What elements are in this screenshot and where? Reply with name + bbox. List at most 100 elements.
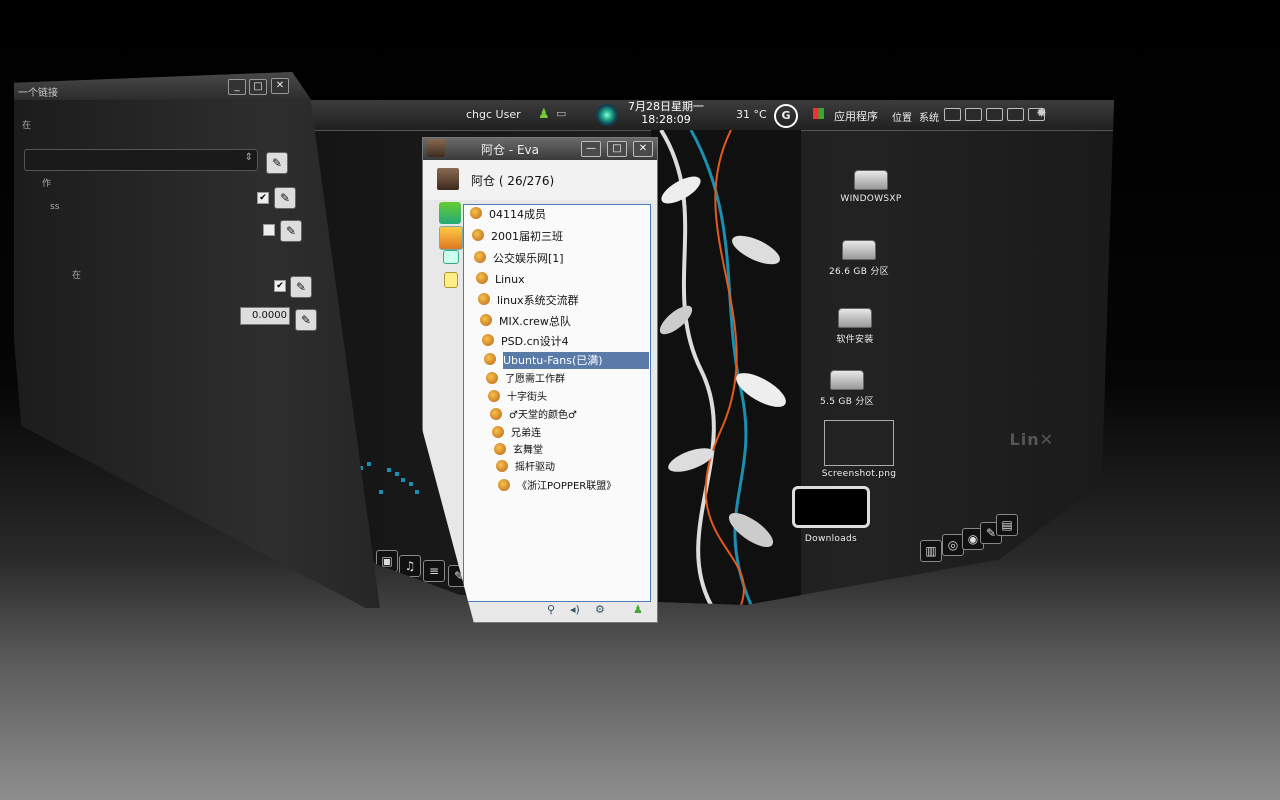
group-icon [484, 353, 496, 365]
list-item-selected[interactable]: Ubuntu-Fans(已满) [484, 352, 649, 369]
dock-disc-icon[interactable]: ◎ [942, 534, 964, 556]
list-item[interactable]: MIX.crew总队 [480, 313, 571, 330]
panel-user-name[interactable]: chgc User [466, 108, 521, 121]
menu-places[interactable]: 位置 [892, 109, 912, 124]
workspace-2[interactable] [965, 108, 982, 121]
menu-system[interactable]: 系统 [919, 109, 939, 124]
reset-brush-button[interactable]: ✎ [266, 152, 288, 174]
dock-document-icon[interactable]: ≡ [423, 560, 445, 582]
group-icon [496, 460, 508, 472]
tab-contacts-icon[interactable] [439, 202, 461, 224]
sound-icon[interactable]: ◂) [570, 604, 582, 616]
list-item[interactable]: 摇杆驱动 [496, 459, 555, 476]
list-item[interactable]: 兄弟连 [492, 425, 541, 442]
eva-close-button[interactable]: ✕ [633, 141, 653, 157]
desktop-icon-windowsxp[interactable]: WINDOWSXP [826, 170, 916, 204]
group-icon [488, 390, 500, 402]
desktop-icon-software[interactable]: 软件安装 [810, 308, 900, 345]
eva-chat-window: 阿仓 - Eva — □ ✕ 阿仓 ( 26/276) 04114成员 2001… [422, 137, 658, 623]
reset-brush-button[interactable]: ✎ [280, 220, 302, 242]
reset-brush-button[interactable]: ✎ [290, 276, 312, 298]
eva-footer-toolbar: ⚲ ◂) ⚙ ♟ [423, 600, 657, 622]
desktop-icon-label: Screenshot.png [821, 469, 897, 479]
workspace-1[interactable] [944, 108, 961, 121]
drive-icon [838, 308, 872, 328]
add-user-icon[interactable]: ♟ [633, 604, 645, 616]
list-item[interactable]: 了愿需工作群 [486, 371, 565, 388]
dock-image-icon[interactable]: ▣ [376, 550, 398, 572]
list-item[interactable]: linux系统交流群 [478, 292, 579, 309]
settings-checkbox-1[interactable]: ✔ [257, 192, 269, 204]
search-icon[interactable]: ⚲ [547, 604, 559, 616]
reset-brush-button[interactable]: ✎ [295, 309, 317, 331]
eva-user-name: 阿仓 ( 26/276) [471, 174, 555, 188]
list-item[interactable]: Linux [476, 271, 525, 288]
desktop-icon-label: 5.5 GB 分区 [820, 397, 874, 407]
group-icon [486, 372, 498, 384]
settings-label: ss [50, 202, 60, 212]
settings-spin-value[interactable]: 0.0000 [240, 307, 290, 325]
panel-clock[interactable]: 7月28日星期一 18:28:09 [616, 100, 716, 126]
eva-maximize-button[interactable]: □ [607, 141, 627, 157]
list-item[interactable]: 《浙江POPPER联盟》 [498, 478, 616, 495]
group-icon [478, 293, 490, 305]
settings-minimize-button[interactable]: _ [228, 79, 246, 95]
list-item[interactable]: 公交娱乐网[1] [474, 250, 564, 267]
desktop-icon-label: 软件安装 [836, 335, 874, 345]
dock-terminal-icon[interactable]: ▤ [996, 514, 1018, 536]
weather-logo-icon[interactable]: G [774, 104, 798, 128]
eva-user-header[interactable]: 阿仓 ( 26/276) [423, 160, 657, 200]
group-icon [476, 272, 488, 284]
gear-icon[interactable]: ⚙ [595, 604, 607, 616]
tab-groups-icon[interactable] [439, 226, 463, 250]
desktop-icon-downloads[interactable]: Downloads [786, 486, 876, 544]
group-icon [492, 426, 504, 438]
list-item[interactable]: 十字街头 [488, 389, 547, 406]
settings-checkbox-3[interactable]: ✔ [274, 280, 286, 292]
workspace-3[interactable] [986, 108, 1003, 121]
workspace-4[interactable] [1007, 108, 1024, 121]
group-icon [474, 251, 486, 263]
settings-label: 作 [42, 179, 52, 189]
panel-date: 7月28日星期一 [628, 100, 704, 113]
tray-network-icon[interactable]: ▭ [556, 107, 566, 120]
group-icon [480, 314, 492, 326]
eva-titlebar: 阿仓 - Eva — □ ✕ [423, 138, 657, 160]
settings-checkbox-2[interactable] [263, 224, 275, 236]
wallpaper-art [651, 128, 801, 605]
reset-brush-button[interactable]: ✎ [274, 187, 296, 209]
user-avatar[interactable] [437, 168, 459, 190]
tray-disc-icon[interactable] [596, 104, 618, 126]
desktop-face: chgc User ♟ ▭ 7月28日星期一 18:28:09 31 °C G … [296, 100, 1114, 605]
group-icon [470, 207, 482, 219]
settings-label: 在 [72, 271, 82, 281]
settings-close-button[interactable]: ✕ [271, 78, 289, 94]
combo-arrow-icon: ⇕ [244, 152, 253, 163]
top-panel: chgc User ♟ ▭ 7月28日星期一 18:28:09 31 °C G … [296, 100, 1114, 131]
settings-gear-icon[interactable]: ✹ [1036, 106, 1047, 121]
list-item[interactable]: 玄舞堂 [494, 442, 543, 459]
apps-menu-icon[interactable] [813, 108, 824, 119]
drive-icon [830, 370, 864, 390]
settings-combo-select[interactable]: ⇕ [24, 149, 258, 171]
tab-chat-icon[interactable] [443, 250, 459, 264]
desktop-icon-label: 26.6 GB 分区 [829, 267, 889, 277]
group-icon [482, 334, 494, 346]
dock-music-icon[interactable]: ♫ [399, 555, 421, 577]
list-item[interactable]: 04114成员 [470, 206, 546, 223]
list-item[interactable]: PSD.cn设计4 [482, 333, 569, 350]
eva-minimize-button[interactable]: — [581, 141, 601, 157]
desktop-icon-screenshot[interactable]: Screenshot.png [814, 420, 904, 479]
desktop-icon-drive-5gb[interactable]: 5.5 GB 分区 [802, 370, 892, 407]
panel-temperature[interactable]: 31 °C [736, 108, 767, 121]
settings-titlebar: 一个链接 _ □ ✕ [14, 72, 380, 100]
list-item[interactable]: ♂天堂的颜色♂ [490, 407, 577, 424]
list-item[interactable]: 2001届初三班 [472, 228, 563, 245]
settings-maximize-button[interactable]: □ [249, 79, 267, 95]
tab-notes-icon[interactable] [444, 272, 458, 288]
tray-user-icon[interactable]: ♟ [538, 107, 550, 122]
workspace-switcher[interactable] [944, 108, 1049, 124]
desktop-icon-drive-26gb[interactable]: 26.6 GB 分区 [814, 240, 904, 277]
menu-applications[interactable]: 应用程序 [834, 108, 878, 124]
dock-trash-icon[interactable]: ▥ [920, 540, 942, 562]
